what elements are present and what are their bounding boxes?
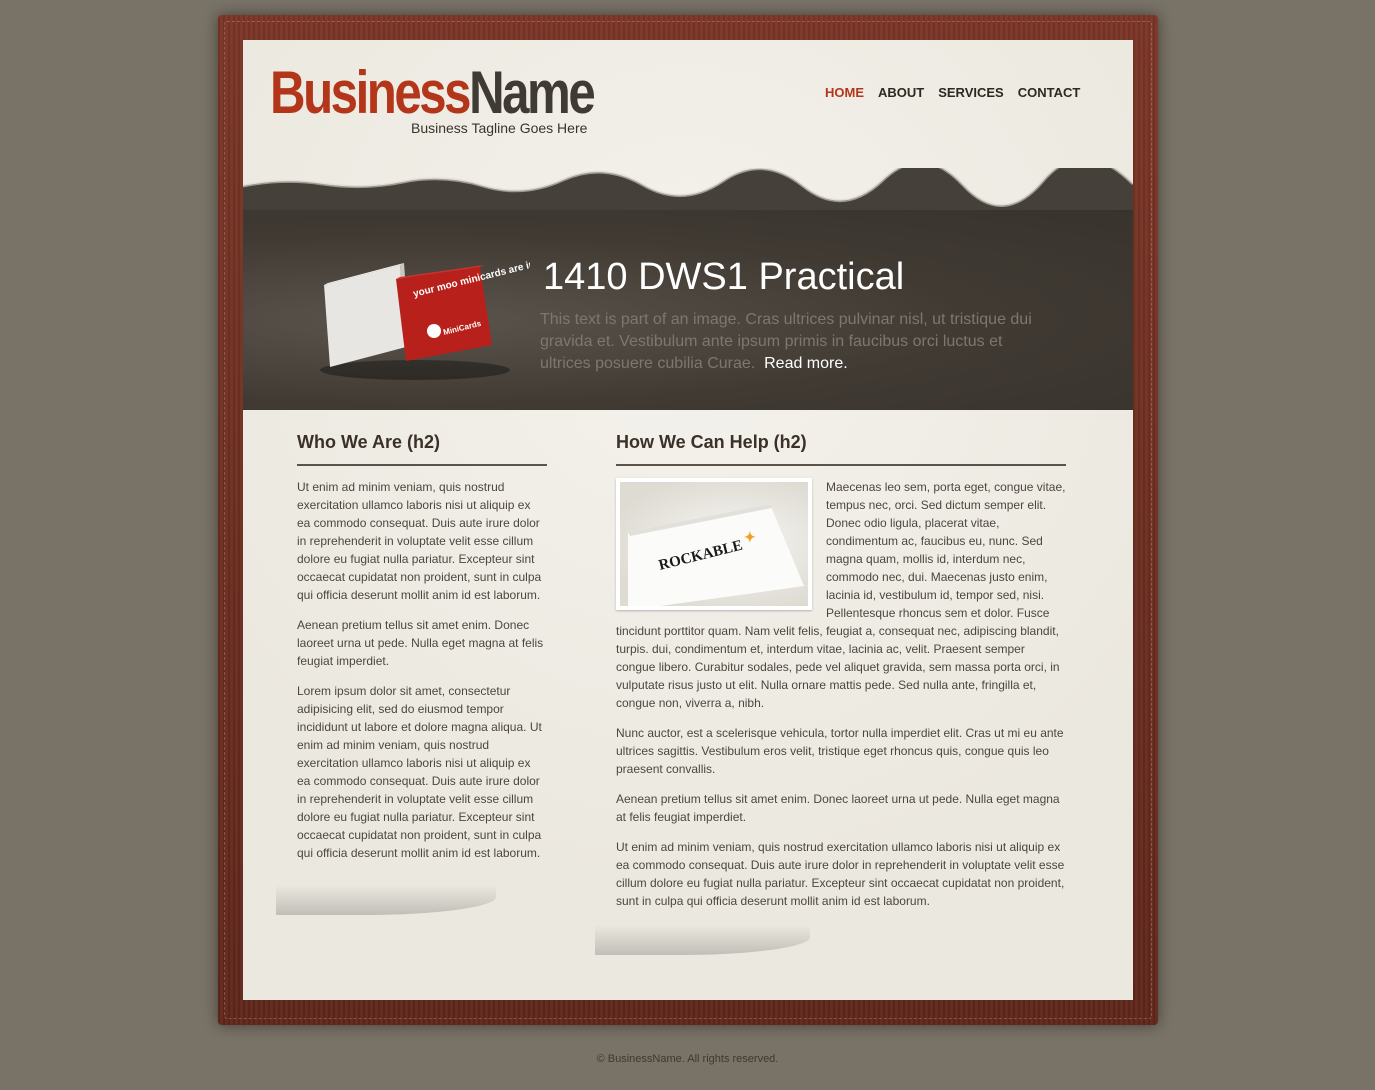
logo-part-name: Name <box>469 59 596 126</box>
rockable-card-image: ROCKABLE ✦ <box>616 478 812 610</box>
read-more-link[interactable]: Read more. <box>764 355 848 372</box>
nav-contact[interactable]: CONTACT <box>1018 85 1081 100</box>
site-tagline: Business Tagline Goes Here <box>411 120 588 136</box>
how-we-can-help-column: How We Can Help (h2) ROCKABLE ✦ Maecenas… <box>616 432 1066 922</box>
hero-text: This text is part of an image. Cras ultr… <box>540 309 1040 375</box>
site-logo[interactable]: BusinessName <box>270 58 596 128</box>
left-paragraph-1: Ut enim ad minim veniam, quis nostrud ex… <box>297 480 542 602</box>
svg-text:✦: ✦ <box>744 529 756 545</box>
heading-divider <box>297 464 547 466</box>
nav-home[interactable]: HOME <box>825 85 864 100</box>
main-nav: HOME ABOUT SERVICES CONTACT <box>825 85 1080 100</box>
how-we-can-help-heading: How We Can Help (h2) <box>616 432 807 452</box>
left-paragraph-3: Lorem ipsum dolor sit amet, consectetur … <box>297 684 542 860</box>
torn-paper-edge <box>243 168 1133 210</box>
logo-part-business: Business <box>270 59 472 126</box>
business-card-illustration: ROCKABLE ✦ <box>628 504 804 606</box>
who-we-are-heading: Who We Are (h2) <box>297 432 440 452</box>
minicards-box-image: your moo minicards are inside MiniCards <box>320 255 530 380</box>
hero-title: 1410 DWS1 Practical <box>543 256 905 298</box>
footer-copyright: © BusinessName. All rights reserved. <box>596 1053 779 1065</box>
who-we-are-column: Who We Are (h2) Ut enim ad minim veniam,… <box>297 432 547 874</box>
nav-services[interactable]: SERVICES <box>938 85 1004 100</box>
right-paragraph-3: Aenean pretium tellus sit amet enim. Don… <box>616 792 1060 824</box>
right-paragraph-2: Nunc auctor, est a scelerisque vehicula,… <box>616 726 1064 776</box>
nav-about[interactable]: ABOUT <box>878 85 924 100</box>
left-paragraph-2: Aenean pretium tellus sit amet enim. Don… <box>297 618 544 668</box>
right-paragraph-4: Ut enim ad minim veniam, quis nostrud ex… <box>616 840 1065 908</box>
heading-divider <box>616 464 1066 466</box>
